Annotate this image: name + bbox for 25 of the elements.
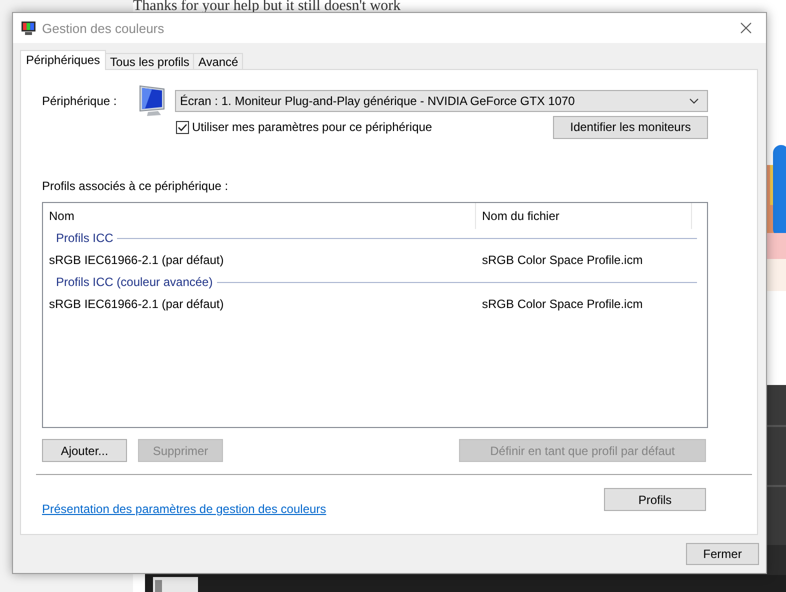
section-label: Profils associés à ce périphérique : (42, 179, 230, 193)
checkbox-label: Utiliser mes paramètres pour ce périphérique (192, 120, 432, 134)
device-dropdown[interactable]: Écran : 1. Moniteur Plug-and-Play générique - NVIDIA GeForce GTX 1070 (175, 90, 708, 112)
close-button[interactable]: Fermer (686, 543, 759, 565)
chevron-icon (689, 98, 699, 104)
identify-button[interactable]: Identifier les moniteurs (553, 116, 708, 138)
profile-name[interactable]: sRGB IEC61966-2.1 (par défaut) (43, 253, 476, 267)
help-link[interactable]: Présentation des paramètres de gestion des couleurs (42, 502, 326, 516)
column-header[interactable]: Nom (43, 203, 476, 229)
group-header: Profils ICC (56, 231, 114, 245)
field-label: Périphérique : (42, 94, 118, 108)
file-name[interactable]: sRGB Color Space Profile.icm (476, 297, 643, 311)
column-header[interactable]: Nom du fichier (476, 203, 692, 229)
add-button[interactable]: Ajouter... (42, 439, 127, 462)
monitor-icon (21, 20, 36, 36)
window-title: Gestion des couleurs (42, 20, 164, 36)
tab[interactable]: Avancé (193, 53, 244, 70)
profiles-button[interactable]: Profils (604, 488, 706, 511)
close-icon[interactable] (740, 22, 752, 34)
tab[interactable]: Périphériques (20, 50, 106, 70)
profile-name[interactable]: sRGB IEC61966-2.1 (par défaut) (43, 297, 476, 311)
tab[interactable]: Tous les profils (105, 53, 194, 70)
file-name[interactable]: sRGB Color Space Profile.icm (476, 253, 643, 267)
checkbox[interactable] (176, 120, 189, 134)
group-header: Profils ICC (couleur avancée) (56, 275, 213, 289)
